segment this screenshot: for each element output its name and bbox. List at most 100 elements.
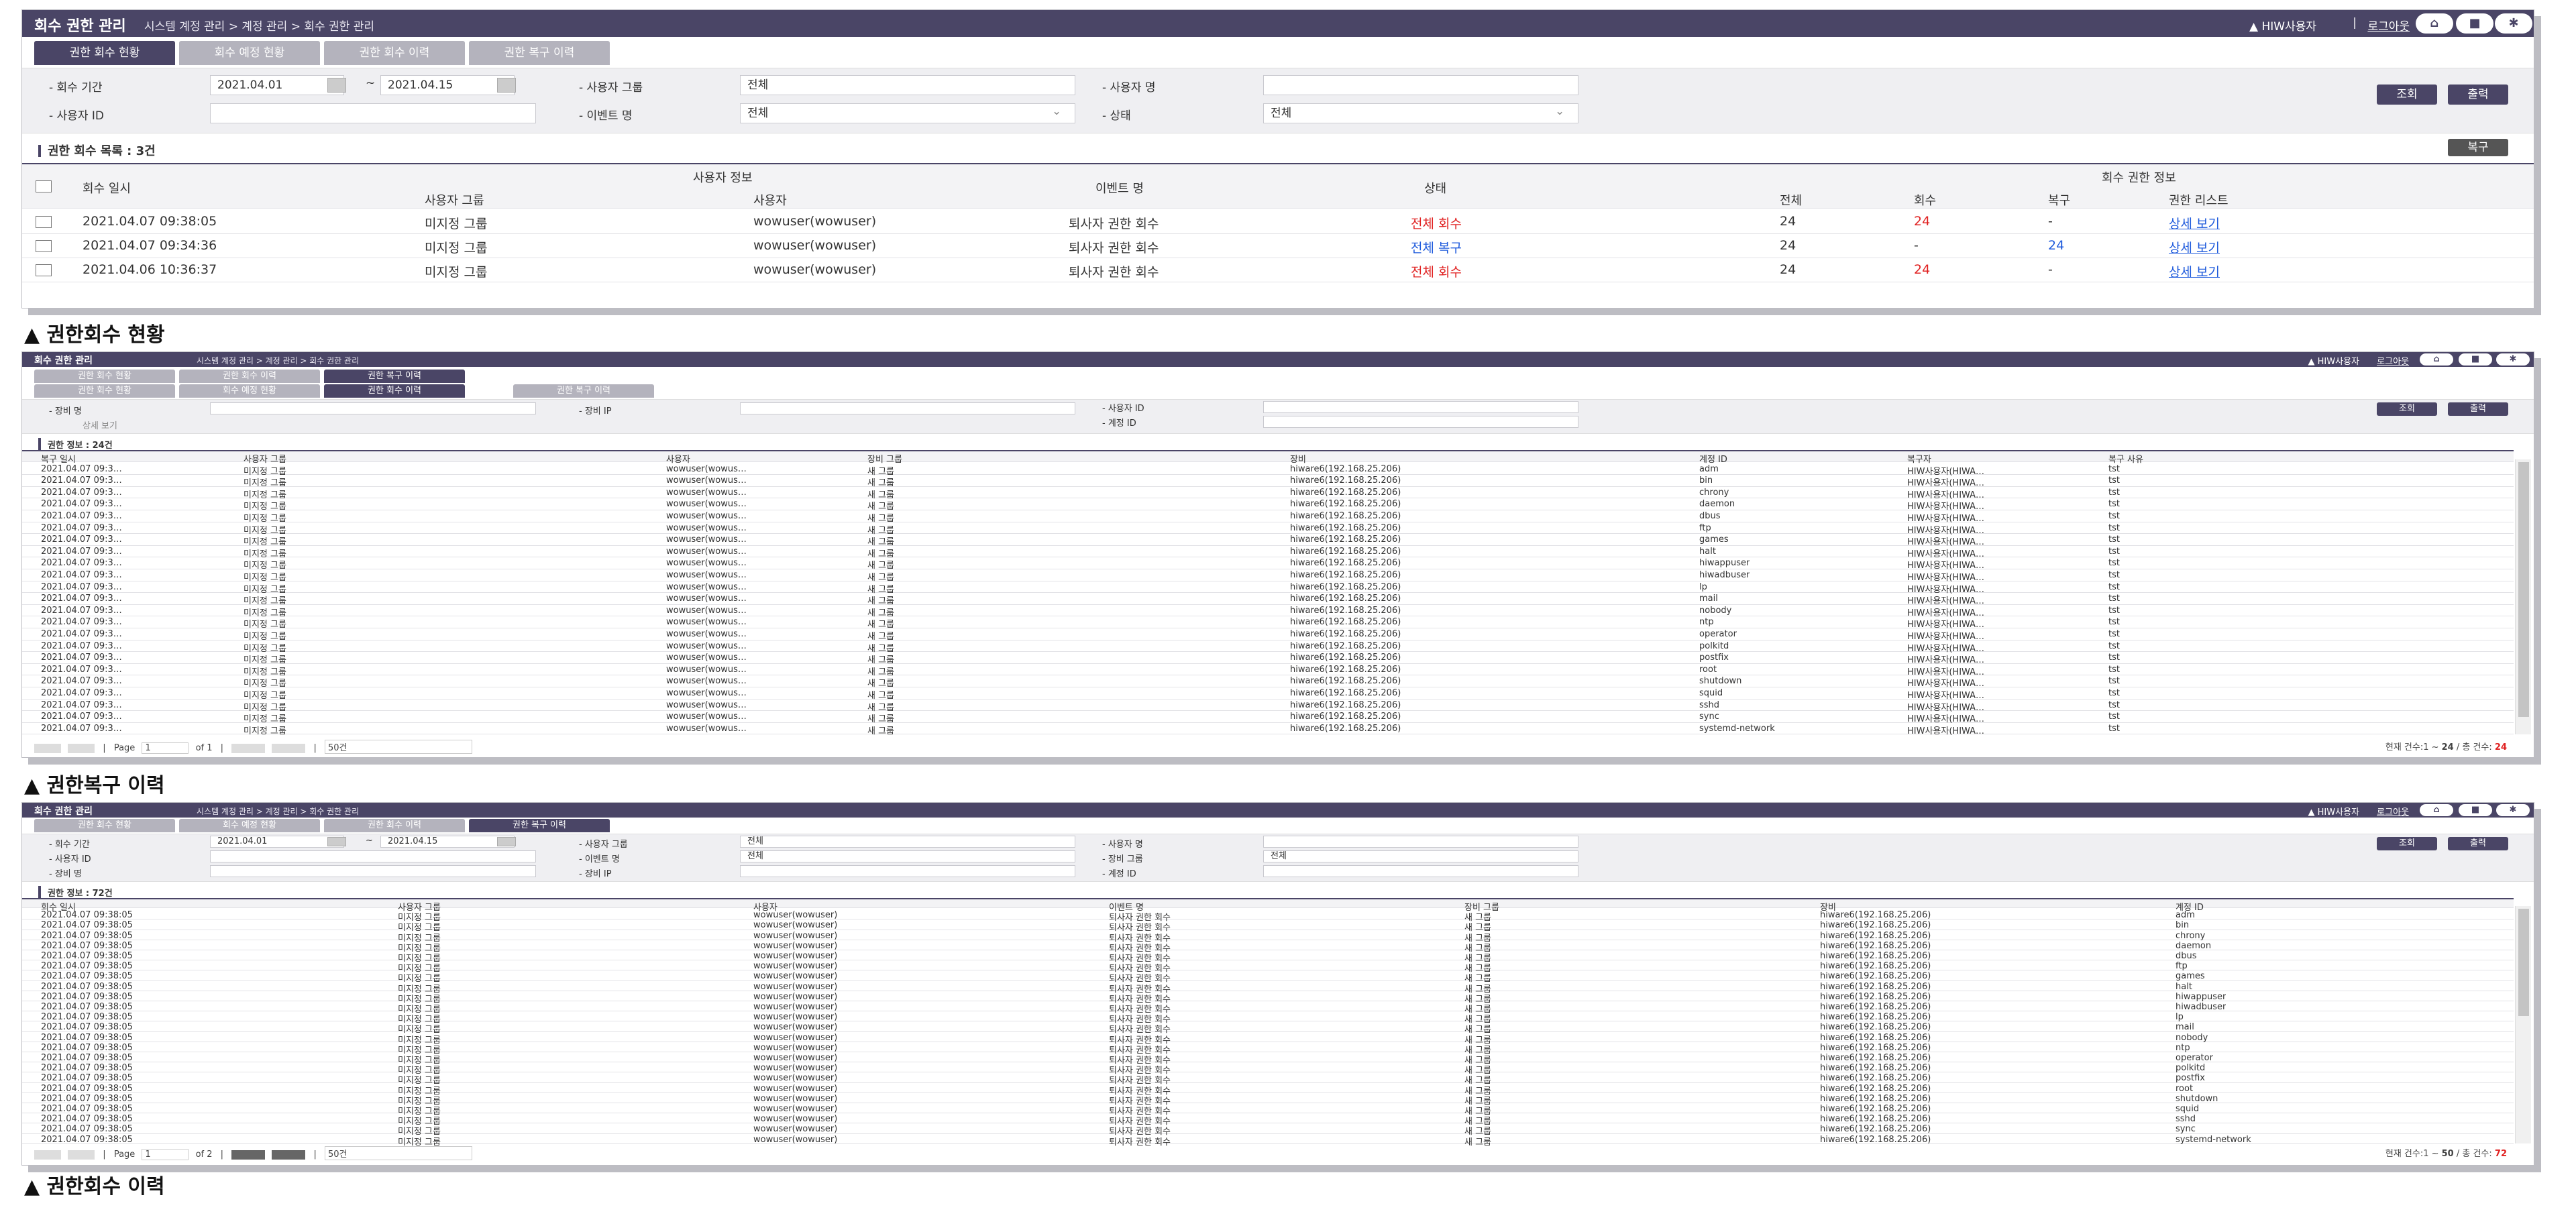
tab-restore-history[interactable]: 권한 복구 이력: [469, 819, 610, 832]
scroll-thumb[interactable]: [2518, 462, 2529, 717]
table-row[interactable]: 2021.04.07 09:3… 미지정 그룹 wowuser(wowus… 새 그룹…: [22, 534, 2514, 547]
table-row[interactable]: 2021.04.07 09:38:05 미지정 그룹 wowuser(wowuser…: [22, 991, 2514, 1005]
row-checkbox[interactable]: [36, 216, 52, 228]
table-row[interactable]: 2021.04.07 09:38:05 미지정 그룹 wowuser(wowuser…: [22, 1113, 2514, 1127]
detail-link[interactable]: 상세 보기: [2169, 238, 2220, 256]
logout-link[interactable]: 로그아웃: [2377, 805, 2409, 818]
equip-name-input[interactable]: [210, 865, 536, 877]
user-id-input[interactable]: [210, 103, 536, 123]
tab-revoke-planned[interactable]: 회수 예정 현황: [179, 384, 320, 398]
lock-icon[interactable]: ■: [2456, 13, 2493, 34]
logout-link[interactable]: 로그아웃: [2367, 17, 2410, 34]
user-name-input[interactable]: [1263, 836, 1578, 848]
date-to-input[interactable]: 2021.04.15: [380, 836, 515, 848]
scroll-thumb[interactable]: [2518, 909, 2529, 1016]
tab-revoke-history[interactable]: 권한 회수 이력: [324, 41, 465, 65]
table-row[interactable]: 2021.04.07 09:38:05 미지정 그룹 wowuser(wowuser…: [22, 1052, 2514, 1066]
next-page-button[interactable]: [231, 1150, 266, 1160]
table-row[interactable]: 2021.04.07 09:3… 미지정 그룹 wowuser(wowus… 새 그룹…: [22, 487, 2514, 500]
table-row[interactable]: 2021.04.07 09:3… 미지정 그룹 wowuser(wowus… 새 그룹…: [22, 699, 2514, 713]
account-id-input[interactable]: [1263, 416, 1578, 428]
calendar-icon[interactable]: [327, 837, 346, 846]
table-row[interactable]: 2021.04.07 09:38:05 미지정 그룹 wowuser(wowuser…: [22, 960, 2514, 974]
table-row[interactable]: 2021.04.07 09:38:05 미지정 그룹 wowuser(wowuser…: [22, 1042, 2514, 1056]
home-icon[interactable]: ⌂: [2416, 13, 2453, 34]
table-row[interactable]: 2021.04.07 09:3… 미지정 그룹 wowuser(wowus… 새 그룹…: [22, 675, 2514, 689]
tab-revoke-status[interactable]: 권한 회수 현황: [34, 370, 175, 383]
detail-link[interactable]: 상세 보기: [2169, 214, 2220, 232]
row-checkbox[interactable]: [36, 264, 52, 276]
tab-revoke-status[interactable]: 권한 회수 현황: [34, 41, 175, 65]
table-row[interactable]: 2021.04.07 09:38:05 미지정 그룹 wowuser(wowus…: [22, 210, 2534, 234]
user-id-input[interactable]: [1263, 401, 1578, 413]
search-button[interactable]: 조회: [2377, 402, 2437, 416]
table-row[interactable]: 2021.04.07 09:3… 미지정 그룹 wowuser(wowus… 새 그룹…: [22, 498, 2514, 512]
settings-icon[interactable]: ✱: [2496, 353, 2530, 366]
prev-page-button[interactable]: [68, 1150, 95, 1160]
lock-icon[interactable]: ■: [2459, 353, 2492, 366]
chevron-down-icon[interactable]: ⌄: [1052, 105, 1061, 118]
table-row[interactable]: 2021.04.06 10:36:37 미지정 그룹 wowuser(wowus…: [22, 258, 2534, 282]
table-row[interactable]: 2021.04.07 09:3… 미지정 그룹 wowuser(wowus… 새 그룹…: [22, 640, 2514, 654]
table-row[interactable]: 2021.04.07 09:3… 미지정 그룹 wowuser(wowus… 새 그룹…: [22, 569, 2514, 583]
table-row[interactable]: 2021.04.07 09:38:05 미지정 그룹 wowuser(wowuser…: [22, 1093, 2514, 1107]
last-page-button[interactable]: [272, 743, 306, 753]
settings-icon[interactable]: ✱: [2495, 13, 2532, 34]
search-button[interactable]: 조회: [2377, 837, 2437, 850]
tab-revoke-history[interactable]: 권한 회수 이력: [324, 384, 465, 398]
table-row[interactable]: 2021.04.07 09:3… 미지정 그룹 wowuser(wowus… 새 그룹…: [22, 628, 2514, 642]
table-row[interactable]: 2021.04.07 09:38:05 미지정 그룹 wowuser(wowuser…: [22, 909, 2514, 923]
table-row[interactable]: 2021.04.07 09:3… 미지정 그룹 wowuser(wowus… 새 그룹…: [22, 522, 2514, 536]
settings-icon[interactable]: ✱: [2496, 804, 2530, 816]
detail-link[interactable]: 상세 보기: [2169, 262, 2220, 280]
table-row[interactable]: 2021.04.07 09:38:05 미지정 그룹 wowuser(wowuser…: [22, 1011, 2514, 1025]
table-row[interactable]: 2021.04.07 09:3… 미지정 그룹 wowuser(wowus… 새 그룹…: [22, 687, 2514, 701]
select-all-checkbox[interactable]: [36, 180, 52, 192]
event-select[interactable]: 전체: [740, 103, 1075, 123]
last-page-button[interactable]: [272, 1150, 306, 1160]
scrollbar[interactable]: [2515, 459, 2531, 734]
search-button[interactable]: 조회: [2377, 85, 2437, 105]
table-row[interactable]: 2021.04.07 09:3… 미지정 그룹 wowuser(wowus… 새 그룹…: [22, 510, 2514, 524]
export-button[interactable]: 출력: [2448, 85, 2508, 105]
tab-revoke-history[interactable]: 권한 회수 이력: [179, 370, 320, 383]
table-row[interactable]: 2021.04.07 09:38:05 미지정 그룹 wowuser(wowuser…: [22, 1032, 2514, 1046]
table-row[interactable]: 2021.04.07 09:38:05 미지정 그룹 wowuser(wowuser…: [22, 1134, 2514, 1147]
page-size-select[interactable]: 50건: [325, 1146, 472, 1160]
table-row[interactable]: 2021.04.07 09:38:05 미지정 그룹 wowuser(wowuser…: [22, 981, 2514, 995]
table-row[interactable]: 2021.04.07 09:3… 미지정 그룹 wowuser(wowus… 새 그룹…: [22, 557, 2514, 571]
logout-link[interactable]: 로그아웃: [2377, 354, 2409, 367]
detail-link[interactable]: 상세 보기: [83, 418, 117, 431]
prev-page-button[interactable]: [68, 743, 95, 753]
table-row[interactable]: 2021.04.07 09:3… 미지정 그룹 wowuser(wowus… 새 그룹…: [22, 664, 2514, 677]
calendar-icon[interactable]: [497, 837, 516, 846]
scrollbar[interactable]: [2515, 906, 2531, 1143]
table-row[interactable]: 2021.04.07 09:3… 미지정 그룹 wowuser(wowus… 새 그룹…: [22, 581, 2514, 595]
table-row[interactable]: 2021.04.07 09:38:05 미지정 그룹 wowuser(wowuser…: [22, 1021, 2514, 1035]
tab-revoke-status[interactable]: 권한 회수 현황: [34, 819, 175, 832]
lock-icon[interactable]: ■: [2459, 804, 2492, 816]
table-row[interactable]: 2021.04.07 09:3… 미지정 그룹 wowuser(wowus… 새 그룹…: [22, 463, 2514, 477]
table-row[interactable]: 2021.04.07 09:3… 미지정 그룹 wowuser(wowus… 새 그룹…: [22, 616, 2514, 630]
home-icon[interactable]: ⌂: [2420, 353, 2453, 366]
export-button[interactable]: 출력: [2448, 837, 2508, 850]
equip-name-input[interactable]: [210, 402, 536, 414]
table-row[interactable]: 2021.04.07 09:3… 미지정 그룹 wowuser(wowus… 새 그룹…: [22, 711, 2514, 724]
date-from-input[interactable]: 2021.04.01: [210, 836, 344, 848]
table-row[interactable]: 2021.04.07 09:38:05 미지정 그룹 wowuser(wowuser…: [22, 930, 2514, 944]
event-select[interactable]: 전체: [740, 850, 1075, 862]
tab-restore-history[interactable]: 권한 복구 이력: [469, 41, 610, 65]
chevron-down-icon[interactable]: ⌄: [1555, 105, 1564, 118]
user-group-input[interactable]: 전체: [740, 75, 1075, 95]
page-input[interactable]: 1: [142, 742, 189, 754]
table-row[interactable]: 2021.04.07 09:38:05 미지정 그룹 wowuser(wowuser…: [22, 919, 2514, 933]
tab-revoke-status[interactable]: 권한 회수 현황: [34, 384, 175, 398]
first-page-button[interactable]: [34, 743, 61, 753]
tab-restore-history[interactable]: 권한 복구 이력: [324, 370, 465, 383]
first-page-button[interactable]: [34, 1150, 61, 1160]
next-page-button[interactable]: [231, 743, 266, 753]
export-button[interactable]: 출력: [2448, 402, 2508, 416]
user-id-input[interactable]: [210, 850, 536, 862]
date-from-input[interactable]: 2021.04.01: [210, 75, 344, 95]
equip-group-select[interactable]: 전체: [1263, 850, 1578, 862]
